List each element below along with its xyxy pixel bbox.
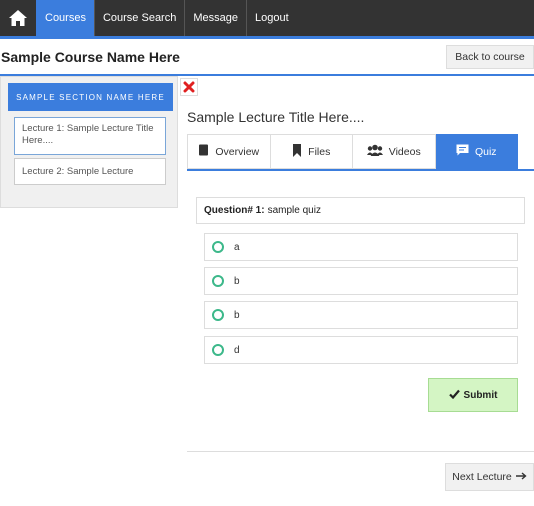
tab-label: Quiz [474, 145, 497, 158]
check-icon [448, 389, 460, 402]
tab-label: Files [308, 145, 331, 158]
home-icon[interactable] [0, 0, 36, 36]
question-text: sample quiz [267, 205, 321, 216]
question-box: Question# 1: sample quiz [196, 197, 525, 224]
option-label: a [234, 241, 240, 253]
submit-label: Submit [463, 389, 498, 401]
tab-quiz[interactable]: Quiz [435, 134, 518, 169]
answer-option[interactable]: a [204, 233, 518, 261]
option-label: b [234, 309, 240, 321]
answer-option[interactable]: b [204, 267, 518, 295]
back-to-course-button[interactable]: Back to course [446, 45, 534, 69]
top-navbar: Courses Course Search Message Logout [0, 0, 534, 36]
nav-course-search[interactable]: Course Search [93, 0, 184, 36]
answer-option[interactable]: b [204, 301, 518, 329]
question-number: Question# 1: [204, 205, 265, 216]
nav-logout[interactable]: Logout [245, 0, 297, 36]
lecture-item-1[interactable]: Lecture 1: Sample Lecture Title Here.... [14, 117, 166, 155]
tab-files[interactable]: Files [270, 134, 353, 169]
bookmark-icon [292, 143, 302, 160]
radio-icon[interactable] [212, 344, 224, 356]
submit-button[interactable]: Submit [428, 378, 518, 412]
option-label: d [234, 344, 240, 356]
tabs-underline [187, 169, 534, 171]
close-sidebar-icon[interactable] [180, 78, 198, 96]
tab-label: Overview [215, 145, 260, 158]
footer-divider [187, 451, 534, 452]
answer-option[interactable]: d [204, 336, 518, 364]
option-label: b [234, 275, 240, 287]
next-label: Next Lecture [452, 471, 512, 483]
book-icon [198, 144, 209, 159]
nav-courses[interactable]: Courses [36, 0, 94, 36]
lecture-item-2[interactable]: Lecture 2: Sample Lecture [14, 158, 166, 185]
comment-icon [456, 144, 469, 159]
radio-icon[interactable] [212, 309, 224, 321]
tab-videos[interactable]: Videos [353, 134, 436, 169]
lecture-title: Sample Lecture Title Here.... [187, 109, 365, 125]
lecture-tabs: Overview Files Videos Quiz [187, 134, 518, 169]
section-header[interactable]: SAMPLE SECTION NAME HERE [8, 83, 173, 111]
arrow-right-icon [515, 471, 527, 483]
radio-icon[interactable] [212, 241, 224, 253]
tab-label: Videos [388, 145, 421, 158]
sidebar: SAMPLE SECTION NAME HERE Lecture 1: Samp… [0, 76, 178, 208]
nav-message[interactable]: Message [184, 0, 246, 36]
nav-underline [0, 36, 534, 39]
radio-icon[interactable] [212, 275, 224, 287]
tab-overview[interactable]: Overview [187, 134, 271, 169]
next-lecture-button[interactable]: Next Lecture [445, 463, 534, 491]
users-icon [366, 144, 383, 159]
course-title: Sample Course Name Here [1, 49, 180, 65]
